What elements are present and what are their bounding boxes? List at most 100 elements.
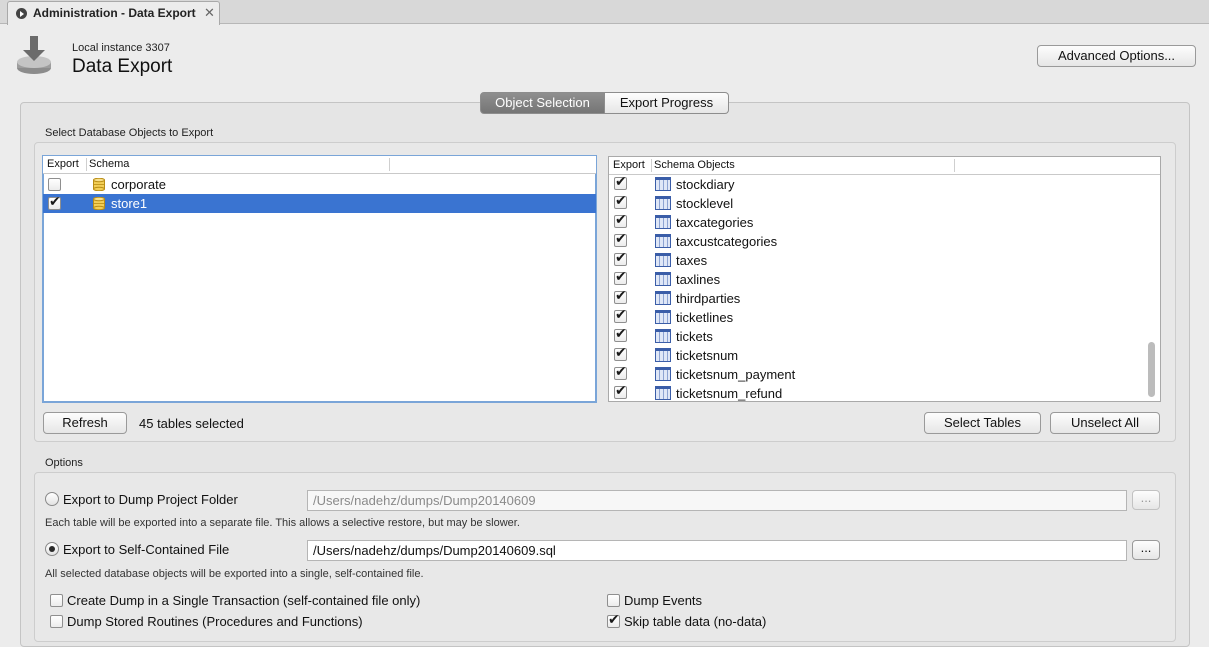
table-icon <box>655 348 671 362</box>
page-title: Data Export <box>72 56 173 77</box>
schema-object-name: ticketsnum <box>676 348 739 363</box>
schema-object-row[interactable]: taxcustcategories <box>609 231 1160 251</box>
dump-events-checkbox[interactable] <box>607 594 620 607</box>
object-export-checkbox[interactable] <box>614 231 627 247</box>
stored-routines-label: Dump Stored Routines (Procedures and Fun… <box>67 614 363 629</box>
object-export-checkbox[interactable] <box>614 288 627 304</box>
schema-object-row[interactable]: stocklevel <box>609 193 1160 213</box>
column-header-schema-objects[interactable]: Schema Objects <box>654 159 735 171</box>
export-folder-radio[interactable] <box>45 492 59 506</box>
select-tables-button[interactable]: Select Tables <box>924 412 1041 434</box>
skip-table-data-checkbox[interactable] <box>607 612 620 628</box>
skip-table-data-label: Skip table data (no-data) <box>624 614 767 629</box>
schema-object-row[interactable]: stockdiary <box>609 174 1160 194</box>
column-divider <box>954 159 955 172</box>
object-export-checkbox[interactable] <box>614 212 627 228</box>
object-export-checkbox[interactable] <box>614 364 627 380</box>
single-transaction-option[interactable]: Create Dump in a Single Transaction (sel… <box>50 593 570 610</box>
table-icon <box>655 177 671 191</box>
schema-object-row[interactable]: tickets <box>609 326 1160 346</box>
schema-object-name: stocklevel <box>676 196 734 211</box>
skip-table-data-option[interactable]: Skip table data (no-data) <box>607 612 907 631</box>
schema-object-row[interactable]: taxlines <box>609 269 1160 289</box>
schema-object-row[interactable]: taxes <box>609 250 1160 270</box>
schema-object-name: taxes <box>676 253 708 268</box>
folder-hint: Each table will be exported into a separ… <box>45 517 520 529</box>
folder-path-field[interactable]: /Users/nadehz/dumps/Dump20140609 <box>307 490 1127 511</box>
table-icon <box>655 215 671 229</box>
column-header-schema[interactable]: Schema <box>89 158 129 170</box>
table-icon <box>655 329 671 343</box>
schema-row-corporate[interactable]: corporate <box>43 175 596 194</box>
table-icon <box>655 234 671 248</box>
export-folder-label[interactable]: Export to Dump Project Folder <box>63 492 238 507</box>
object-export-checkbox[interactable] <box>614 174 627 190</box>
column-divider <box>86 158 87 171</box>
object-export-checkbox[interactable] <box>614 250 627 266</box>
data-export-icon <box>17 36 51 74</box>
close-icon[interactable]: ✕ <box>204 5 215 21</box>
export-file-label[interactable]: Export to Self-Contained File <box>63 542 229 557</box>
refresh-button[interactable]: Refresh <box>43 412 127 434</box>
schema-object-name: thirdparties <box>676 291 741 306</box>
table-icon <box>655 291 671 305</box>
object-export-checkbox[interactable] <box>614 326 627 342</box>
database-icon <box>93 197 105 210</box>
table-icon <box>655 386 671 400</box>
browse-file-button[interactable]: ... <box>1132 540 1160 560</box>
column-divider <box>651 159 652 172</box>
table-icon <box>655 196 671 210</box>
schema-objects-list[interactable]: Export Schema Objects stockdiary stocklev… <box>608 156 1161 402</box>
dump-events-label: Dump Events <box>624 593 703 608</box>
table-icon <box>655 310 671 324</box>
schema-object-name: taxcustcategories <box>676 234 778 249</box>
schema-export-checkbox[interactable] <box>48 178 61 191</box>
schema-object-name: taxcategories <box>676 215 754 230</box>
object-export-checkbox[interactable] <box>614 383 627 399</box>
schema-object-row[interactable]: thirdparties <box>609 288 1160 308</box>
play-icon <box>16 8 27 19</box>
table-icon <box>655 272 671 286</box>
scrollbar[interactable] <box>1148 342 1155 397</box>
schema-object-name: taxlines <box>676 272 721 287</box>
schema-object-row[interactable]: ticketsnum <box>609 345 1160 365</box>
browse-folder-button[interactable]: ... <box>1132 490 1160 510</box>
stored-routines-option[interactable]: Dump Stored Routines (Procedures and Fun… <box>50 614 570 631</box>
object-export-checkbox[interactable] <box>614 193 627 209</box>
schema-object-name: tickets <box>676 329 713 344</box>
schema-object-row[interactable]: taxcategories <box>609 212 1160 232</box>
object-export-checkbox[interactable] <box>614 307 627 323</box>
schema-object-name: stockdiary <box>676 177 735 192</box>
table-icon <box>655 253 671 267</box>
column-header-export[interactable]: Export <box>47 158 79 170</box>
schema-name: store1 <box>111 196 148 211</box>
single-transaction-checkbox[interactable] <box>50 594 63 607</box>
export-file-radio[interactable] <box>45 542 59 556</box>
single-transaction-label: Create Dump in a Single Transaction (sel… <box>67 593 421 608</box>
schema-object-row[interactable]: ticketlines <box>609 307 1160 327</box>
table-icon <box>655 367 671 381</box>
dump-events-option[interactable]: Dump Events <box>607 593 907 610</box>
instance-name: Local instance 3307 <box>72 42 170 54</box>
schema-export-checkbox[interactable] <box>48 194 61 210</box>
tab-data-export[interactable]: Administration - Data Export ✕ <box>7 1 220 25</box>
schema-object-name: ticketlines <box>676 310 734 325</box>
schema-object-row[interactable]: ticketsnum_refund <box>609 383 1160 401</box>
schema-list-header: Export Schema <box>43 156 596 174</box>
object-export-checkbox[interactable] <box>614 345 627 361</box>
object-export-checkbox[interactable] <box>614 269 627 285</box>
tab-export-progress[interactable]: Export Progress <box>605 92 729 114</box>
schema-list[interactable]: Export Schema corporate store1 <box>42 155 597 403</box>
advanced-options-button[interactable]: Advanced Options... <box>1037 45 1196 67</box>
tab-object-selection[interactable]: Object Selection <box>480 92 605 114</box>
schema-object-name: ticketsnum_refund <box>676 386 783 401</box>
schema-object-row[interactable]: ticketsnum_payment <box>609 364 1160 384</box>
stored-routines-checkbox[interactable] <box>50 615 63 628</box>
unselect-all-button[interactable]: Unselect All <box>1050 412 1160 434</box>
column-header-export[interactable]: Export <box>613 159 645 171</box>
file-path-field[interactable]: /Users/nadehz/dumps/Dump20140609.sql <box>307 540 1127 561</box>
schema-row-store1[interactable]: store1 <box>43 194 596 213</box>
database-icon <box>93 178 105 191</box>
selection-group-label: Select Database Objects to Export <box>45 127 214 139</box>
file-hint: All selected database objects will be ex… <box>45 568 424 580</box>
